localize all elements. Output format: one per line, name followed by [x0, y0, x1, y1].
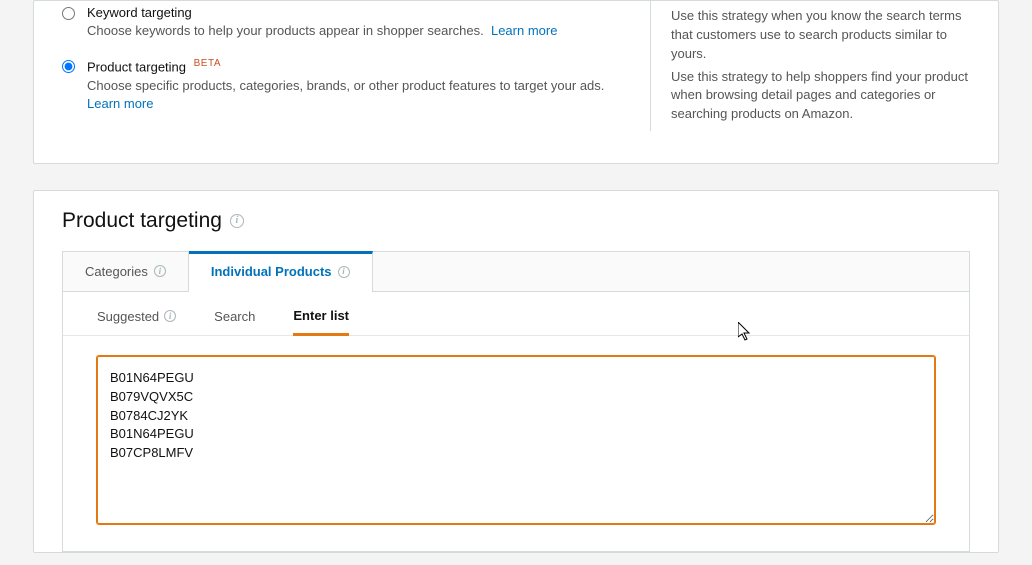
product-targeting-header: Product targeting i — [34, 191, 998, 243]
keyword-targeting-desc: Choose keywords to help your products ap… — [87, 22, 630, 40]
tab-categories[interactable]: Categories i — [63, 252, 189, 292]
info-icon[interactable]: i — [164, 310, 176, 322]
product-targeting-desc: Choose specific products, categories, br… — [87, 77, 630, 113]
subtab-search-label: Search — [214, 309, 255, 324]
keyword-targeting-desc-text: Choose keywords to help your products ap… — [87, 23, 484, 38]
targeting-row: Keyword targeting Choose keywords to hel… — [62, 1, 970, 131]
keyword-learn-more-link[interactable]: Learn more — [491, 23, 557, 38]
subtabs: Suggested i Search Enter list — [63, 292, 969, 336]
main-tabs: Categories i Individual Products i — [62, 251, 970, 292]
tab-categories-label: Categories — [85, 264, 148, 279]
product-targeting-radio[interactable] — [62, 60, 75, 73]
product-targeting-label-text: Product targeting — [87, 60, 186, 75]
enter-list-area — [63, 336, 969, 551]
subtab-search[interactable]: Search — [214, 308, 255, 335]
tabs-filler — [373, 252, 970, 292]
subtab-suggested-label: Suggested — [97, 309, 159, 324]
asin-list-input[interactable] — [97, 356, 935, 524]
keyword-targeting-radio[interactable] — [62, 7, 75, 20]
product-targeting-card: Product targeting i Categories i Individ… — [33, 190, 999, 553]
product-targeting-content: Product targeting BETA Choose specific p… — [87, 58, 630, 113]
beta-badge: BETA — [194, 58, 221, 69]
keyword-targeting-content: Keyword targeting Choose keywords to hel… — [87, 5, 630, 40]
subtab-suggested[interactable]: Suggested i — [97, 308, 176, 335]
targeting-choices: Keyword targeting Choose keywords to hel… — [62, 1, 630, 131]
section-title: Product targeting — [62, 209, 222, 233]
subtab-enterlist-label: Enter list — [293, 308, 349, 323]
product-targeting-label: Product targeting BETA — [87, 58, 630, 74]
info-icon[interactable]: i — [154, 265, 166, 277]
tab-individual-label: Individual Products — [211, 264, 332, 279]
targeting-help-panel: Use this strategy when you know the sear… — [650, 1, 970, 131]
product-targeting-option[interactable]: Product targeting BETA Choose specific p… — [62, 58, 630, 113]
product-targeting-desc-text: Choose specific products, categories, br… — [87, 78, 604, 93]
info-icon[interactable]: i — [230, 214, 244, 228]
subtab-enter-list[interactable]: Enter list — [293, 308, 349, 336]
keyword-targeting-label: Keyword targeting — [87, 5, 630, 20]
tab-individual-products[interactable]: Individual Products i — [189, 251, 373, 292]
product-learn-more-link[interactable]: Learn more — [87, 96, 153, 111]
info-icon[interactable]: i — [338, 266, 350, 278]
help-text-2: Use this strategy to help shoppers find … — [671, 68, 970, 125]
tab-body: Suggested i Search Enter list — [62, 292, 970, 552]
keyword-targeting-option[interactable]: Keyword targeting Choose keywords to hel… — [62, 5, 630, 40]
targeting-tabs-container: Categories i Individual Products i Sugge… — [62, 251, 970, 552]
help-text-1: Use this strategy when you know the sear… — [671, 7, 970, 64]
targeting-options-card: Keyword targeting Choose keywords to hel… — [33, 0, 999, 164]
